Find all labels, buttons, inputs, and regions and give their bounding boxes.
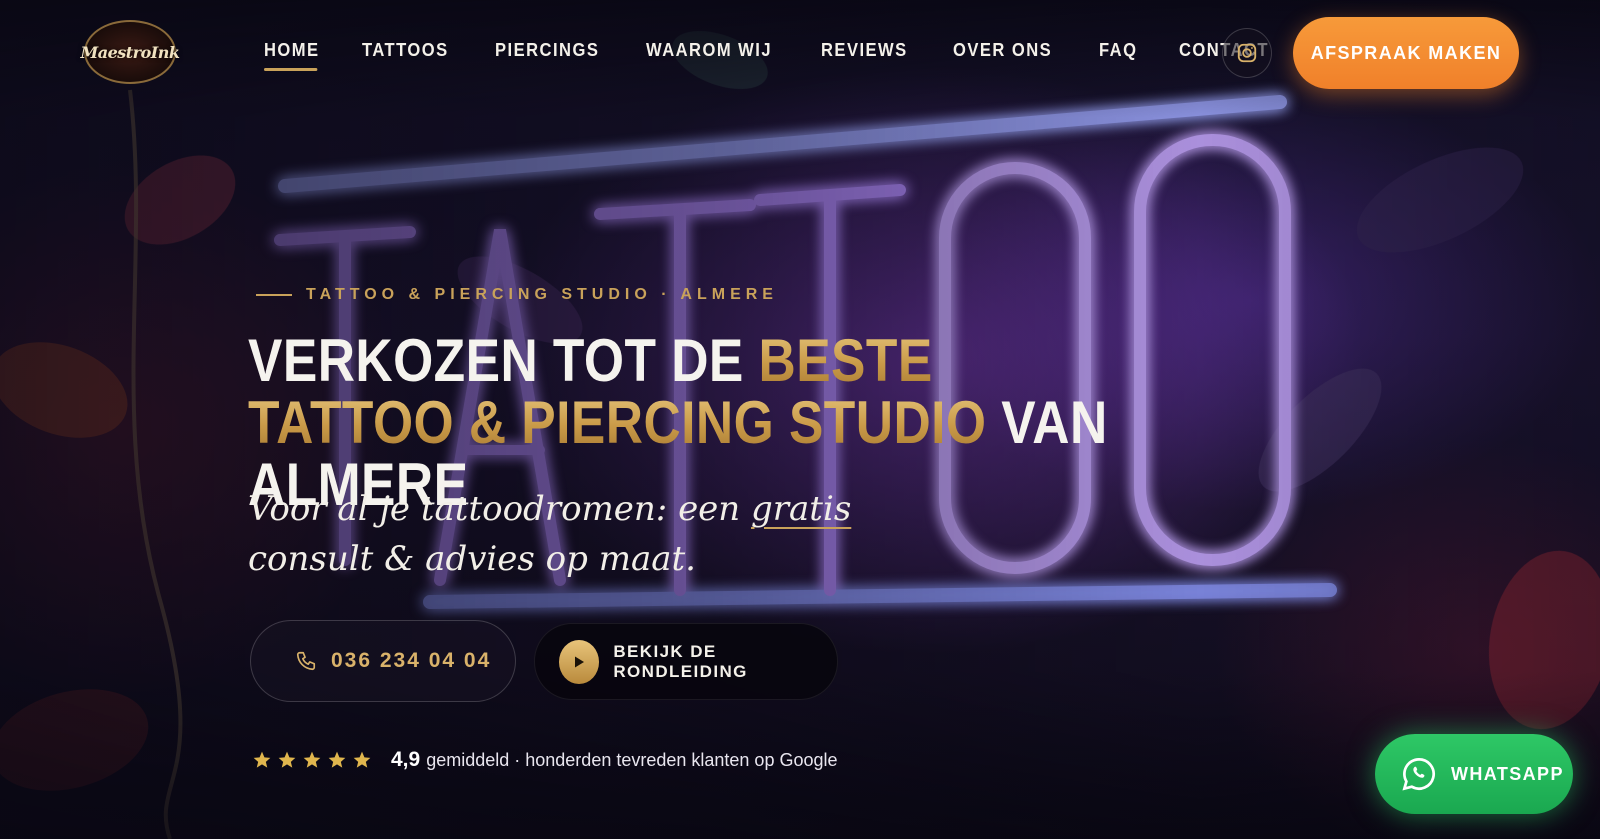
subtitle-after: consult & advies op maat. [248, 539, 696, 579]
main-nav: HOME TATTOOS PIERCINGS WAAROM WIJ REVIEW… [264, 40, 1315, 71]
star-icon [328, 751, 346, 768]
nav-item-piercings[interactable]: PIERCINGS [495, 40, 599, 61]
nav-item-home[interactable]: HOME [264, 40, 320, 71]
studio-logo[interactable]: MaestroInk [81, 20, 180, 84]
star-icon [303, 751, 321, 768]
star-icon [278, 751, 296, 768]
book-appointment-button[interactable]: AFSPRAAK MAKEN [1293, 17, 1519, 89]
nav-item-over-ons[interactable]: OVER ONS [953, 40, 1052, 61]
nav-item-faq[interactable]: FAQ [1099, 40, 1137, 61]
subtitle-gratis: gratis [751, 489, 852, 529]
instagram-button[interactable] [1222, 28, 1272, 78]
logo-text: MaestroInk [80, 42, 180, 62]
eyebrow-text: TATTOO & PIERCING STUDIO · ALMERE [306, 286, 778, 303]
phone-button[interactable]: 036 234 04 04 [250, 620, 516, 702]
rating-value: 4,9 [391, 748, 421, 771]
instagram-icon [1237, 43, 1257, 63]
hero-subtitle: Voor al je tattoodromen: een gratis cons… [248, 484, 948, 584]
star-icon [253, 751, 271, 768]
nav-item-tattoos[interactable]: TATTOOS [362, 40, 449, 61]
phone-number: 036 234 04 04 [331, 649, 492, 672]
phone-icon [296, 651, 316, 671]
rating-text: gemiddeld · honderden tevreden klanten o… [426, 749, 838, 770]
eyebrow-divider [256, 294, 292, 296]
nav-item-reviews[interactable]: REVIEWS [821, 40, 908, 61]
site-header: MaestroInk HOME TATTOOS PIERCINGS WAAROM… [0, 0, 1600, 104]
google-rating: 4,9 gemiddeld · honderden tevreden klant… [252, 748, 838, 772]
subtitle-before: Voor al je tattoodromen: een [248, 489, 752, 529]
nav-item-waarom-wij[interactable]: WAAROM WIJ [646, 40, 772, 61]
headline-part-1: VERKOZEN TOT DE [248, 327, 759, 394]
whatsapp-label: WHATSAPP [1451, 763, 1564, 784]
star-icon [353, 751, 371, 768]
whatsapp-icon [1402, 758, 1435, 791]
rating-stars [252, 750, 377, 770]
play-icon [559, 639, 600, 684]
virtual-tour-button[interactable]: BEKIJK DE RONDLEIDING [534, 623, 838, 700]
whatsapp-button[interactable]: WHATSAPP [1375, 734, 1573, 814]
hero-eyebrow: TATTOO & PIERCING STUDIO · ALMERE [256, 286, 778, 304]
tour-label: BEKIJK DE RONDLEIDING [613, 641, 748, 681]
